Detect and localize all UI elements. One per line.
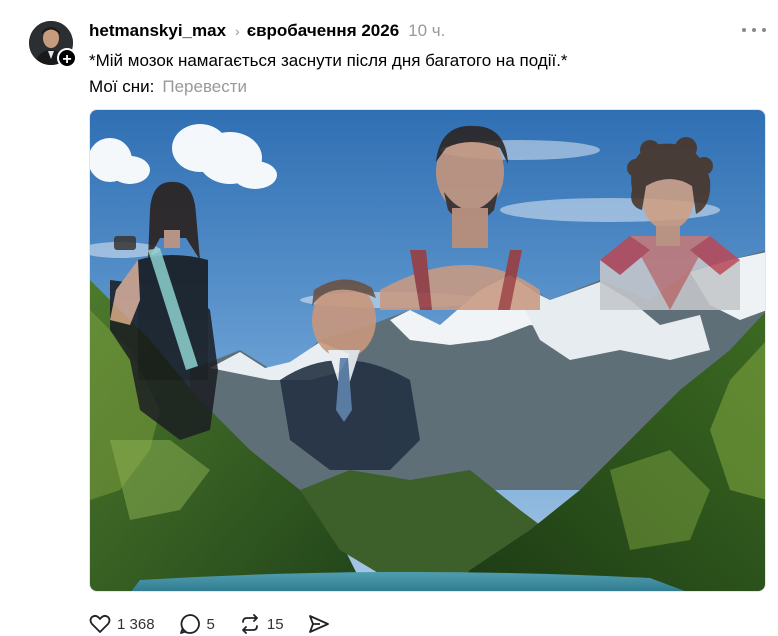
repost-icon xyxy=(239,613,261,635)
username-link[interactable]: hetmanskyi_max xyxy=(89,21,226,41)
comment-button[interactable]: 5 xyxy=(179,613,215,635)
speech-bubble-icon xyxy=(179,613,201,635)
post-text: *Мій мозок намагається заснути після дня… xyxy=(89,51,568,70)
repost-button[interactable]: 15 xyxy=(239,613,284,635)
topic-link[interactable]: євробачення 2026 xyxy=(247,21,399,41)
share-button[interactable] xyxy=(308,613,330,635)
post-text-line2: Мої сни: Перевести xyxy=(89,77,247,97)
post-text-caption: Мої сни: xyxy=(89,77,155,96)
action-bar: 1 368 5 15 xyxy=(89,612,354,636)
like-button[interactable]: 1 368 xyxy=(89,614,155,634)
follow-plus-icon[interactable]: + xyxy=(57,48,77,68)
post: + hetmanskyi_max › євробачення 2026 10 ч… xyxy=(0,0,778,634)
heart-icon xyxy=(89,614,111,634)
like-count: 1 368 xyxy=(117,615,155,633)
post-header: hetmanskyi_max › євробачення 2026 10 ч. xyxy=(89,20,445,42)
paper-plane-icon xyxy=(308,613,330,635)
translate-link[interactable]: Перевести xyxy=(162,77,247,96)
post-time: 10 ч. xyxy=(408,21,446,40)
chevron-right-icon: › xyxy=(235,23,240,39)
comment-count: 5 xyxy=(206,615,215,633)
more-horizontal-icon[interactable] xyxy=(742,20,766,40)
repost-count: 15 xyxy=(266,615,284,633)
post-image[interactable] xyxy=(89,109,766,592)
